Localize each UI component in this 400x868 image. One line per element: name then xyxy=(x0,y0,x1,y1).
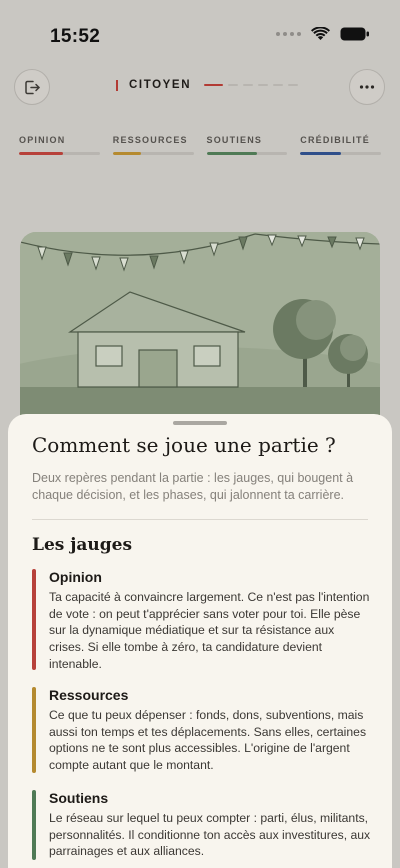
gauge-3: CRÉDIBILITÉ xyxy=(300,135,381,155)
gauge-2: SOUTIENS xyxy=(206,135,288,155)
gauge-item-description: Ta capacité à convaincre largement. Ce n… xyxy=(49,590,370,671)
divider xyxy=(32,519,368,520)
gauge-item-soutiens: Soutiens Le réseau sur lequel tu peux co… xyxy=(32,790,372,860)
gauge-track xyxy=(112,152,194,155)
gauge-item-description: Ce que tu peux dépenser : fonds, dons, s… xyxy=(49,708,367,773)
exit-button[interactable] xyxy=(14,69,50,105)
status-icons xyxy=(276,27,370,41)
phase-step xyxy=(228,84,239,86)
gauge-fill xyxy=(206,152,257,155)
gauge-label: SOUTIENS xyxy=(206,135,263,145)
wifi-icon xyxy=(311,27,330,40)
gauge-item-title: Ressources xyxy=(49,687,129,703)
gauge-label: CRÉDIBILITÉ xyxy=(300,135,370,145)
gauge-item-description: Le réseau sur lequel tu peux compter : p… xyxy=(49,811,371,859)
gauge-track xyxy=(206,152,288,155)
role-indicator: CITOYEN xyxy=(116,79,299,91)
status-time: 15:52 xyxy=(50,26,101,47)
ellipsis-icon xyxy=(359,85,375,89)
gauge-1: RESSOURCES xyxy=(112,135,194,155)
gauge-label: OPINION xyxy=(19,135,66,145)
gauge-item-title: Opinion xyxy=(49,569,102,585)
exit-icon xyxy=(24,80,40,94)
phase-step xyxy=(204,84,224,86)
phase-step xyxy=(243,84,254,86)
gauge-color-bar xyxy=(32,790,36,860)
top-bar: CITOYEN xyxy=(0,68,400,106)
gauge-fill xyxy=(112,152,141,155)
gauge-0: OPINION xyxy=(19,135,100,155)
battery-icon xyxy=(340,27,369,41)
gauges-bar: OPINION RESSOURCES SOUTIENS CRÉDIBILITÉ xyxy=(19,135,381,155)
more-options-button[interactable] xyxy=(349,69,385,105)
cellular-signal-icon xyxy=(276,32,301,36)
gauge-item-ressources: Ressources Ce que tu peux dépenser : fon… xyxy=(32,687,372,774)
scene-illustration xyxy=(20,232,380,432)
role-label: CITOYEN xyxy=(129,79,192,91)
phase-progress xyxy=(204,84,299,86)
gauge-fill xyxy=(19,152,64,155)
phase-step xyxy=(258,84,269,86)
help-sheet[interactable]: Comment se joue une partie ? Deux repère… xyxy=(8,414,392,868)
section-title-gauges: Les jauges xyxy=(32,535,133,555)
gauge-color-bar xyxy=(32,569,36,670)
phase-step xyxy=(288,84,299,86)
role-marker xyxy=(116,79,118,91)
status-bar: 15:52 xyxy=(0,0,400,60)
gauge-track xyxy=(19,152,100,155)
gauge-track xyxy=(300,152,381,155)
gauge-label: RESSOURCES xyxy=(112,135,188,145)
gauge-color-bar xyxy=(32,687,36,773)
sheet-intro: Deux repères pendant la partie : les jau… xyxy=(32,471,354,502)
gauge-item-opinion: Opinion Ta capacité à convaincre largeme… xyxy=(32,569,372,673)
gauge-item-title: Soutiens xyxy=(49,790,109,806)
sheet-handle[interactable] xyxy=(173,421,227,425)
phase-step xyxy=(273,84,284,86)
sheet-title: Comment se joue une partie ? xyxy=(32,433,336,457)
gauge-fill xyxy=(300,152,341,155)
